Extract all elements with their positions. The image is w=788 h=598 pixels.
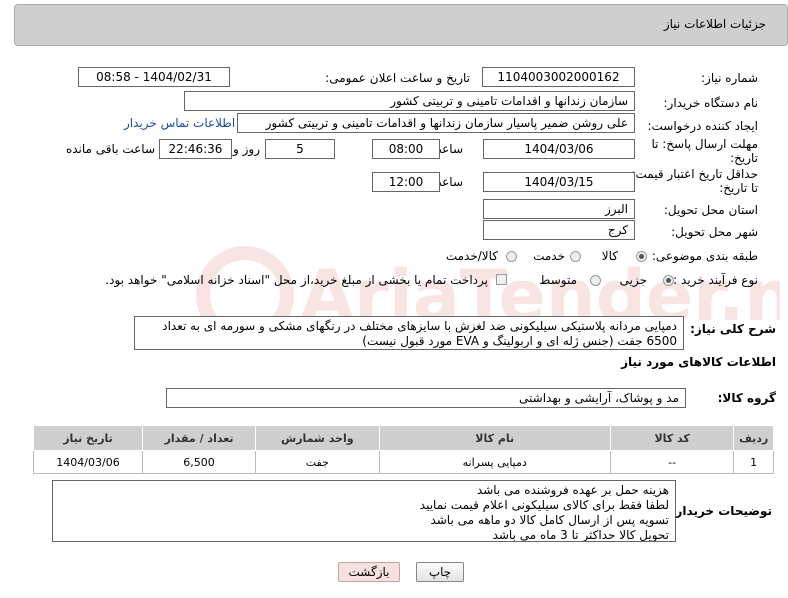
days-label: روز و: [233, 142, 260, 156]
deadline-label: مهلت ارسال پاسخ: تا: [651, 137, 758, 151]
days-count-field: 5: [265, 139, 335, 159]
validity-label-date: تا تاریخ:: [719, 181, 758, 195]
table-row: 1 -- دمپایی پسرانه جفت 6,500 1404/03/06: [32, 450, 774, 474]
cell-code: --: [609, 450, 735, 474]
col-header-name: نام کالا: [378, 425, 611, 451]
category-radio-goods-service[interactable]: [506, 251, 517, 262]
description-line-1: دمپایی مردانه پلاستیکی سیلیکونی ضد لغزش …: [162, 319, 677, 333]
validity-date-field: 1404/03/15: [483, 172, 635, 192]
col-header-row: ردیف: [733, 425, 774, 451]
need-number-field: 1104003002000162: [482, 67, 635, 87]
buyer-org-label: نام دستگاه خریدار:: [663, 96, 759, 110]
buyer-note-line: لطفا فقط برای کالای سیلیکونی اعلام قیمت …: [419, 498, 669, 512]
city-field: کرج: [483, 220, 635, 240]
page-title: جزئیات اطلاعات نیاز: [663, 17, 766, 31]
province-label: استان محل تحویل:: [663, 203, 758, 217]
process-radio-medium[interactable]: [590, 275, 601, 286]
category-option-goods: کالا: [601, 249, 618, 263]
cell-need-date: 1404/03/06: [32, 450, 144, 474]
category-option-service: خدمت: [533, 249, 565, 263]
goods-section-title: اطلاعات کالاهای مورد نیاز: [621, 355, 776, 369]
col-header-quantity: تعداد / مقدار: [142, 425, 257, 451]
description-line-2: 6500 جفت (جنس ژله ای و اربولینگ و EVA مو…: [362, 334, 677, 348]
cell-unit: جفت: [255, 450, 380, 474]
goods-group-label: گروه کالا:: [717, 391, 776, 405]
deadline-time-field: 08:00: [372, 139, 440, 159]
process-option-medium: متوسط: [539, 273, 577, 287]
deadline-date-field: 1404/03/06: [483, 139, 635, 159]
contact-buyer-link[interactable]: اطلاعات تماس خریدار: [124, 116, 235, 130]
col-header-need-date: تاریخ نیاز: [32, 425, 144, 451]
goods-table: ردیف کد کالا نام کالا واحد شمارش تعداد /…: [32, 425, 774, 474]
category-option-goods-service: کالا/خدمت: [445, 249, 498, 263]
description-field: دمپایی مردانه پلاستیکی سیلیکونی ضد لغزش …: [134, 316, 684, 350]
announce-label: تاریخ و ساعت اعلان عمومی:: [325, 71, 470, 85]
buyer-note-line: هزینه حمل بر عهده فروشنده می باشد: [476, 483, 669, 497]
cell-row: 1: [733, 450, 774, 474]
goods-table-header: ردیف کد کالا نام کالا واحد شمارش تعداد /…: [32, 425, 774, 451]
remaining-label: ساعت باقی مانده: [65, 142, 155, 156]
validity-time-field: 12:00: [372, 172, 440, 192]
announce-field: 1404/02/31 - 08:58: [78, 67, 230, 87]
cell-quantity: 6,500: [142, 450, 257, 474]
creator-field: علی روشن ضمیر پاسیار سازمان زندانها و اق…: [237, 113, 635, 133]
cell-name: دمپایی پسرانه: [378, 450, 611, 474]
category-label: طبقه بندی موضوعی:: [651, 249, 758, 263]
process-label: نوع فرآیند خرید :: [673, 273, 758, 287]
city-label: شهر محل تحویل:: [671, 225, 758, 239]
print-button[interactable]: چاپ: [416, 562, 464, 582]
validity-label: حداقل تاریخ اعتبار قیمت:: [631, 167, 758, 181]
col-header-code: کد کالا: [609, 425, 735, 451]
deadline-label-date: تاریخ:: [730, 151, 758, 165]
province-field: البرز: [483, 199, 635, 219]
description-label: شرح کلی نیاز:: [690, 322, 776, 336]
process-option-minor: جزیی: [619, 273, 647, 287]
category-radio-service[interactable]: [570, 251, 581, 262]
payment-note: پرداخت تمام یا بخشی از مبلغ خرید،از محل …: [105, 273, 488, 287]
goods-group-field: مد و پوشاک، آرایشی و بهداشتی: [166, 388, 686, 408]
buyer-org-field: سازمان زندانها و اقدامات تامینی و تربیتی…: [184, 91, 635, 111]
creator-label: ایجاد کننده درخواست:: [647, 119, 758, 133]
buyer-notes-label: توضیحات خریدار:: [670, 504, 772, 518]
buyer-note-line: تحویل کالا حداکثر تا 3 ماه می باشد: [492, 528, 669, 542]
category-radio-goods[interactable]: [636, 251, 647, 262]
back-button[interactable]: بازگشت: [338, 562, 400, 582]
buyer-notes-field: هزینه حمل بر عهده فروشنده می باشد لطفا ف…: [52, 480, 676, 542]
remaining-time-field: 22:46:36: [159, 139, 232, 159]
treasury-checkbox[interactable]: [496, 274, 507, 285]
col-header-unit: واحد شمارش: [255, 425, 380, 451]
process-radio-minor[interactable]: [663, 275, 674, 286]
buyer-note-line: تسویه پس از ارسال کامل کالا دو ماهه می ب…: [430, 513, 669, 527]
need-number-label: شماره نیاز:: [701, 71, 758, 85]
